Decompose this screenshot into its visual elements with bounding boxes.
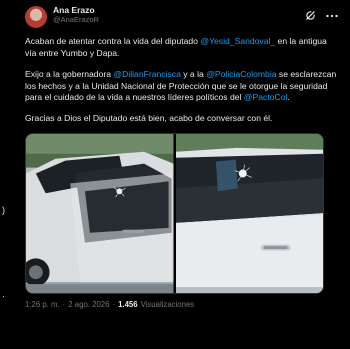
- grok-icon[interactable]: [305, 10, 316, 21]
- media-grid: [25, 133, 324, 295]
- text-span: .: [287, 92, 290, 103]
- more-icon[interactable]: [326, 14, 338, 18]
- mention-yesid-sandoval[interactable]: @Yesid_Sandoval_: [200, 36, 275, 46]
- meta-separator: ·: [62, 300, 66, 310]
- photo-2[interactable]: [175, 134, 323, 294]
- tweet-paragraph-3: Gracias a Dios el Diputado está bien, ac…: [25, 113, 273, 124]
- header-actions: [305, 10, 338, 21]
- edge-glyph-bottom: ·: [2, 291, 5, 301]
- avatar[interactable]: [25, 6, 47, 28]
- tweet-paragraph-2: Exijo a la gobernadora @DilianFrancisca …: [25, 69, 340, 105]
- text-span: Exijo a la gobernadora: [25, 68, 114, 79]
- photo-1[interactable]: [26, 134, 174, 294]
- meta-separator: ·: [112, 300, 116, 310]
- mention-pacto-col[interactable]: @PactoCol: [244, 92, 288, 102]
- text-span: y a la: [180, 68, 207, 79]
- mention-policia-colombia[interactable]: @PoliciaColombia: [206, 69, 276, 79]
- views-label: Visualizaciones: [140, 300, 195, 310]
- views-count: 1.456: [118, 300, 138, 310]
- author-names: Ana Erazo @AnaErazoR: [53, 5, 99, 25]
- tweet-meta: 1:26 p. m. · 2 ago. 2026 · 1.456 Visuali…: [25, 300, 340, 309]
- tweet-date[interactable]: 2 ago. 2026: [68, 300, 109, 309]
- mention-dilian-francisca[interactable]: @DilianFrancisca: [113, 69, 180, 79]
- left-edge-strip: ) ·: [0, 0, 15, 349]
- author-handle[interactable]: @AnaErazoR: [53, 15, 99, 25]
- tweet-card: Ana Erazo @AnaErazoR Acaban de atentar c…: [15, 0, 350, 349]
- text-span: Acaban de atentar contra la vida del dip…: [25, 36, 201, 46]
- tweet-text: Acaban de atentar contra la vida del dip…: [25, 36, 340, 125]
- tweet-header: Ana Erazo @AnaErazoR: [25, 5, 340, 34]
- tweet-time[interactable]: 1:26 p. m.: [25, 300, 60, 309]
- edge-glyph-top: ): [2, 205, 5, 215]
- tweet-paragraph-1: Acaban de atentar contra la vida del dip…: [25, 36, 340, 60]
